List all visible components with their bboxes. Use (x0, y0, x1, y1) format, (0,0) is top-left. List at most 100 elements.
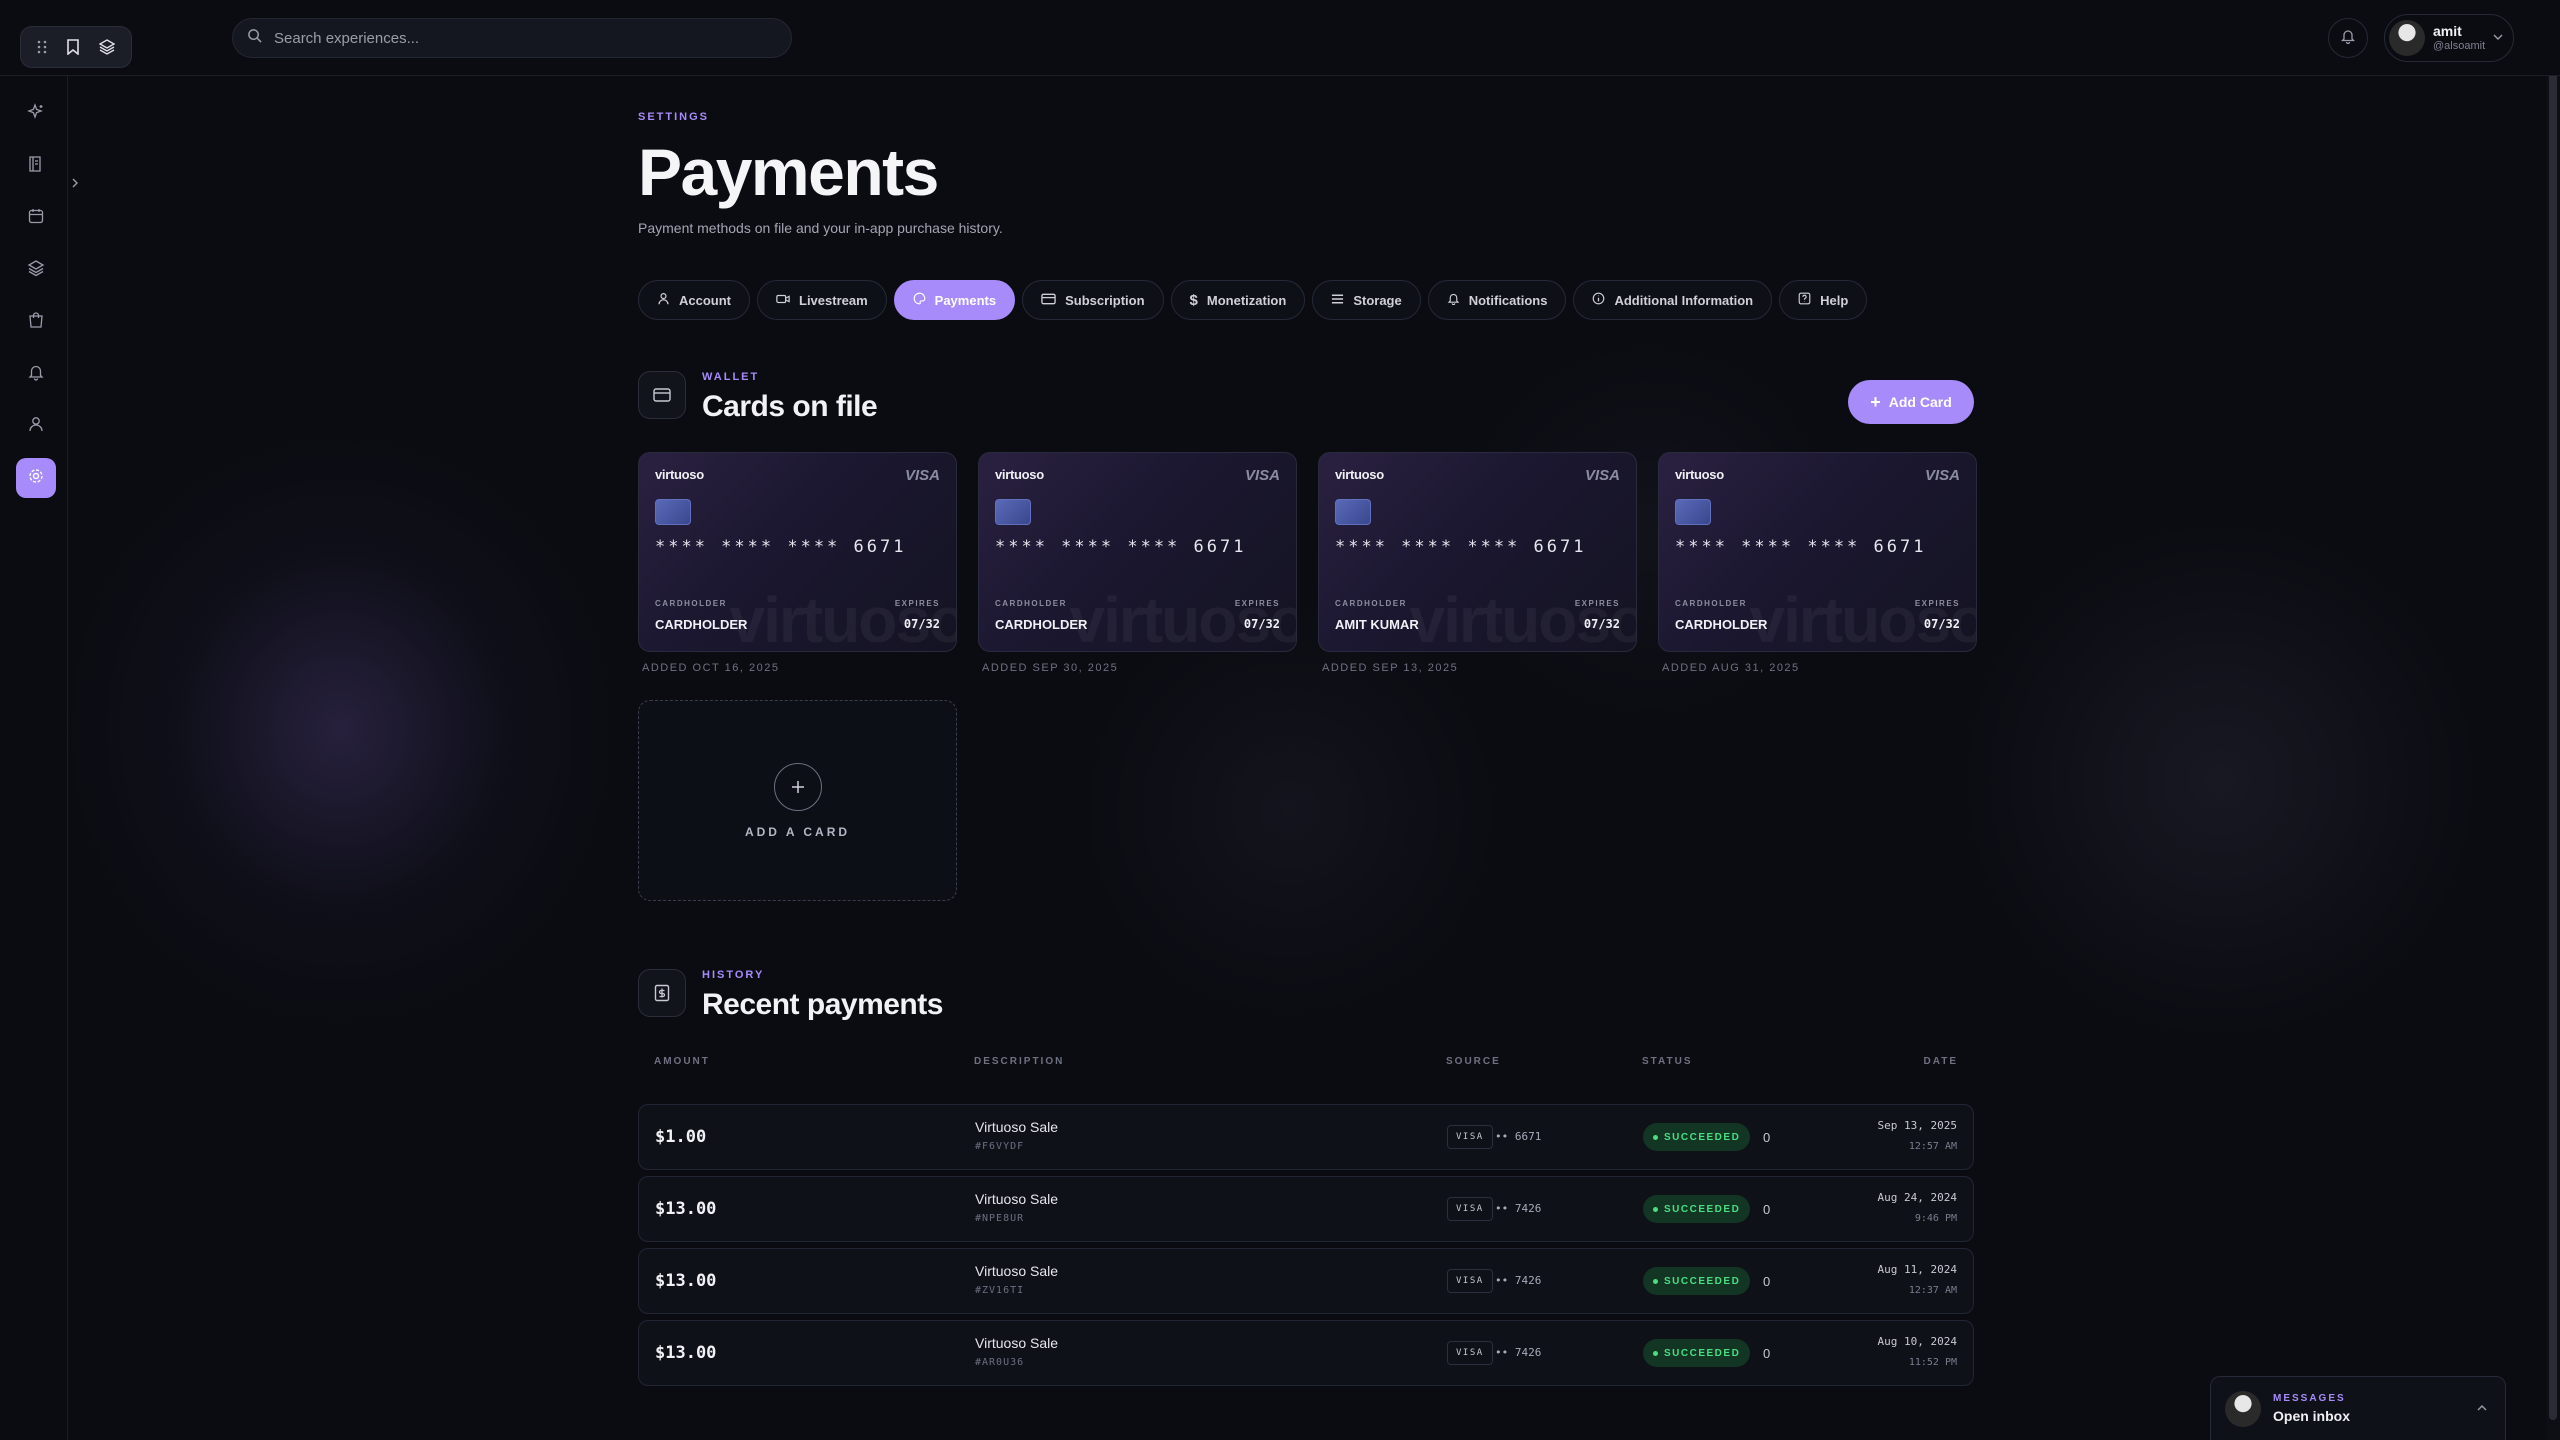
sidebar-item-discover[interactable] (16, 94, 56, 134)
payment-card[interactable]: virtuoso virtuoso VISA **** **** **** 66… (638, 452, 957, 652)
card-item: virtuoso virtuoso VISA **** **** **** 66… (1318, 452, 1637, 674)
tab-label: Additional Information (1614, 292, 1754, 308)
payment-date: Aug 11, 2024 (1877, 1263, 1957, 1276)
search-icon (247, 28, 262, 48)
source-network-badge: VISA (1447, 1125, 1493, 1149)
add-card-tile-label: ADD A CARD (744, 824, 851, 839)
plus-icon (773, 762, 822, 811)
source-network-badge: VISA (1447, 1269, 1493, 1293)
expires-label: EXPIRES (1574, 599, 1620, 608)
sidebar-item-notifications[interactable] (16, 354, 56, 394)
bag-icon (27, 311, 45, 334)
add-card-tile[interactable]: ADD A CARD (638, 700, 957, 901)
payment-reference: #ZV16TI (975, 1285, 1025, 1296)
search-input[interactable] (274, 29, 754, 47)
scrollbar-thumb[interactable] (2549, 0, 2557, 1420)
expires-label: EXPIRES (894, 599, 940, 608)
status-badge: SUCCEEDED (1643, 1339, 1751, 1367)
payment-time: 12:37 AM (1908, 1285, 1957, 1296)
add-card-label: Add Card (1888, 394, 1952, 410)
sidebar-item-layers[interactable] (16, 250, 56, 290)
tab-account[interactable]: Account (638, 280, 750, 320)
search-bar[interactable] (232, 18, 792, 58)
user-menu[interactable]: amit @alsoamit (2384, 14, 2514, 62)
payment-time: 9:46 PM (1914, 1213, 1957, 1224)
tab-additional-information[interactable]: Additional Information (1573, 280, 1773, 320)
bell-icon (1447, 292, 1460, 308)
page-scrollbar[interactable] (2546, 0, 2560, 1440)
tab-notifications[interactable]: Notifications (1427, 280, 1567, 320)
user-handle: @alsoamit (2433, 39, 2486, 52)
tab-subscription[interactable]: Subscription (1022, 280, 1164, 320)
open-inbox-widget[interactable]: MESSAGES Open inbox (2210, 1376, 2506, 1440)
bell-icon (27, 363, 45, 386)
layers-icon[interactable] (99, 39, 116, 55)
table-row[interactable]: $13.00 Virtuoso Sale #AR0U36 VISA •• 742… (638, 1320, 1974, 1386)
drag-handle-icon[interactable] (37, 40, 47, 54)
sidebar-item-profile[interactable] (16, 406, 56, 446)
card-chip-icon (1335, 499, 1371, 525)
card-network: VISA (1924, 467, 1960, 484)
column-source: SOURCE (1446, 1056, 1501, 1067)
user-name: amit (2433, 23, 2462, 40)
sidebar-item-shop[interactable] (16, 302, 56, 342)
status-dot-icon (1653, 1278, 1658, 1284)
payment-description: Virtuoso Sale (975, 1191, 1059, 1207)
inbox-eyebrow: MESSAGES (2273, 1393, 2346, 1404)
payment-card[interactable]: virtuoso virtuoso VISA **** **** **** 66… (1318, 452, 1637, 652)
card-icon (1041, 293, 1056, 308)
tab-monetization[interactable]: $ Monetization (1170, 280, 1306, 320)
payment-card[interactable]: virtuoso virtuoso VISA **** **** **** 66… (1658, 452, 1977, 652)
background-glow (60, 430, 620, 1030)
tab-label: Notifications (1468, 292, 1548, 308)
background-glow (1960, 520, 2480, 1040)
cards-grid: virtuoso virtuoso VISA **** **** **** 66… (638, 452, 1977, 674)
settings-tabs: Account Livestream Payments Subscription… (638, 280, 1868, 320)
table-row[interactable]: $13.00 Virtuoso Sale #NPE8UR VISA •• 742… (638, 1176, 1974, 1242)
bookmark-icon[interactable] (66, 39, 80, 55)
source-last4: •• 7426 (1495, 1202, 1542, 1215)
payment-amount: $1.00 (655, 1127, 707, 1147)
card-chip-icon (995, 499, 1031, 525)
status-dot-icon (1653, 1206, 1658, 1212)
sparkle-icon (27, 102, 45, 126)
payment-reference: #AR0U36 (975, 1357, 1025, 1368)
card-added-date: ADDED OCT 16, 2025 (642, 662, 780, 674)
card-logo: virtuoso (995, 467, 1044, 482)
tab-storage[interactable]: Storage (1312, 280, 1421, 320)
calendar-icon (27, 207, 45, 230)
quick-dock (20, 26, 132, 68)
payment-description: Virtuoso Sale (975, 1119, 1059, 1135)
sidebar-item-calendar[interactable] (16, 198, 56, 238)
table-row[interactable]: $13.00 Virtuoso Sale #ZV16TI VISA •• 742… (638, 1248, 1974, 1314)
page-eyebrow: SETTINGS (638, 111, 710, 123)
tab-help[interactable]: Help (1779, 280, 1868, 320)
notifications-button[interactable] (2328, 18, 2368, 58)
tab-label: Help (1820, 292, 1849, 308)
column-description: DESCRIPTION (974, 1056, 1065, 1067)
sidebar-item-settings[interactable] (16, 458, 56, 498)
wallet-eyebrow: WALLET (702, 371, 760, 383)
payment-count: 0 (1763, 1274, 1771, 1289)
table-row[interactable]: $1.00 Virtuoso Sale #F6VYDF VISA •• 6671… (638, 1104, 1974, 1170)
payment-date: Aug 10, 2024 (1877, 1335, 1957, 1348)
expand-sidebar-icon[interactable] (70, 176, 80, 194)
sidebar-item-library[interactable] (16, 146, 56, 186)
chevron-up-icon[interactable] (2477, 1400, 2487, 1418)
cardholder-name: CARDHOLDER (995, 617, 1088, 632)
user-icon (657, 292, 670, 308)
source-last4: •• 7426 (1495, 1274, 1542, 1287)
tab-label: Livestream (799, 292, 868, 308)
tab-livestream[interactable]: Livestream (757, 280, 887, 320)
inbox-label: Open inbox (2273, 1408, 2350, 1424)
card-network: VISA (1244, 467, 1280, 484)
dollar-icon: $ (1189, 291, 1198, 309)
wallet-icon (638, 371, 686, 419)
tab-payments[interactable]: Payments (893, 280, 1016, 320)
tab-label: Subscription (1065, 292, 1145, 308)
source-last4: •• 6671 (1495, 1130, 1542, 1143)
plus-icon: + (1870, 392, 1881, 412)
card-expiry: 07/32 (1923, 617, 1960, 631)
payment-card[interactable]: virtuoso virtuoso VISA **** **** **** 66… (978, 452, 1297, 652)
add-card-button[interactable]: + Add Card (1848, 380, 1974, 424)
